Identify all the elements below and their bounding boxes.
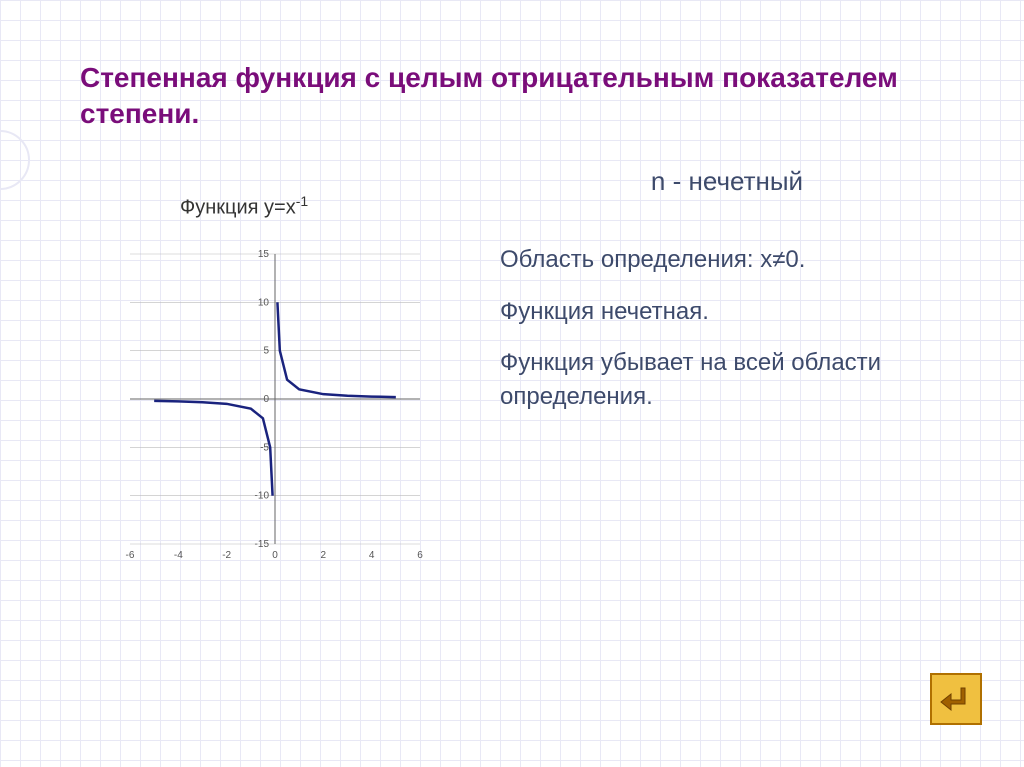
svg-text:6: 6	[417, 550, 423, 561]
chart-title-text: Функция y=x	[180, 196, 296, 218]
svg-text:5: 5	[263, 346, 269, 357]
svg-text:15: 15	[258, 249, 270, 260]
svg-text:2: 2	[321, 550, 327, 561]
chart-plot: -15-10-5051015-6-4-20246	[80, 234, 440, 574]
content-row: Функция y=x-1 -15-10-5051015-6-4-20246 n…	[80, 163, 954, 575]
slide: Степенная функция с целым отрицательным …	[0, 0, 1024, 767]
chart-title: Функция y=x-1	[180, 193, 460, 220]
svg-text:10: 10	[258, 298, 270, 309]
para-decreasing: Функция убывает на всей области определе…	[500, 346, 954, 413]
page-title: Степенная функция с целым отрицательным …	[80, 60, 954, 133]
svg-text:-6: -6	[126, 550, 135, 561]
para-odd: Функция нечетная.	[500, 295, 954, 329]
para-domain: Область определения: x≠0.	[500, 243, 954, 277]
svg-text:4: 4	[369, 550, 375, 561]
svg-text:-10: -10	[255, 491, 270, 502]
svg-text:-2: -2	[222, 550, 231, 561]
chart-area: Функция y=x-1 -15-10-5051015-6-4-20246	[80, 163, 460, 575]
svg-text:-4: -4	[174, 550, 183, 561]
subheading: n - нечетный	[500, 163, 954, 199]
svg-text:-5: -5	[260, 443, 269, 454]
text-area: n - нечетный Область определения: x≠0. Ф…	[500, 163, 954, 575]
decor-circle	[0, 130, 30, 190]
return-button[interactable]	[930, 673, 982, 725]
svg-text:0: 0	[272, 550, 278, 561]
return-arrow-icon	[939, 682, 973, 716]
svg-text:-15: -15	[255, 539, 270, 550]
chart-svg: -15-10-5051015-6-4-20246	[80, 234, 440, 574]
chart-title-exp: -1	[296, 193, 308, 209]
